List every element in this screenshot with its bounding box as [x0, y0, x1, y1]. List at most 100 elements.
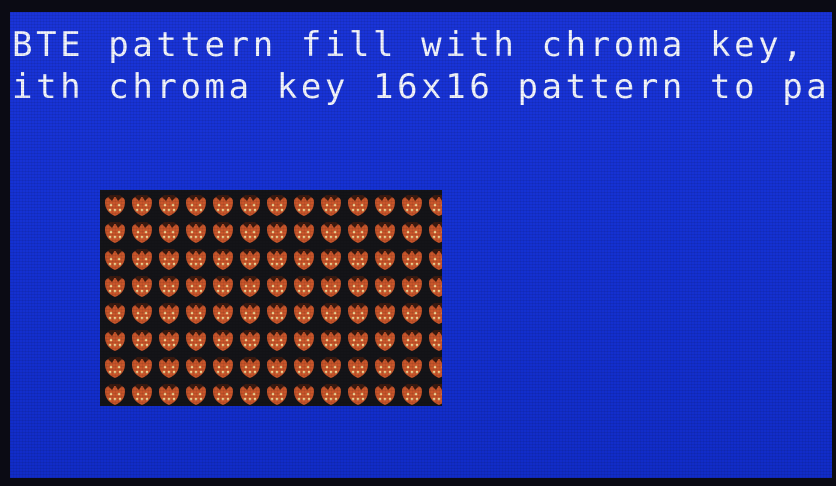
strawberry-icon: [132, 303, 152, 324]
strawberry-icon: [105, 303, 125, 324]
strawberry-icon: [159, 357, 179, 378]
strawberry-icon: [321, 303, 341, 324]
strawberry-icon: [348, 195, 368, 216]
strawberry-icon: [429, 303, 442, 324]
strawberry-icon: [186, 330, 206, 351]
strawberry-icon: [159, 330, 179, 351]
strawberry-icon: [240, 330, 260, 351]
strawberry-icon: [105, 384, 125, 405]
strawberry-icon: [429, 222, 442, 243]
strawberry-icon: [294, 303, 314, 324]
strawberry-icon: [213, 222, 233, 243]
strawberry-icon: [375, 249, 395, 270]
strawberry-icon: [186, 195, 206, 216]
strawberry-icon: [240, 195, 260, 216]
strawberry-icon: [348, 303, 368, 324]
strawberry-icon: [294, 330, 314, 351]
strawberry-icon: [267, 249, 287, 270]
strawberry-icon: [132, 249, 152, 270]
strawberry-icon: [213, 303, 233, 324]
strawberry-icon: [213, 357, 233, 378]
strawberry-icon: [186, 249, 206, 270]
strawberry-icon: [213, 330, 233, 351]
strawberry-icon: [375, 195, 395, 216]
strawberry-icon: [321, 357, 341, 378]
strawberry-icon: [294, 357, 314, 378]
strawberry-icon: [105, 195, 125, 216]
status-text-line-1: BTE pattern fill with chroma key, fill w: [12, 25, 832, 65]
strawberry-icon: [375, 384, 395, 405]
strawberry-icon: [267, 384, 287, 405]
strawberry-icon: [159, 222, 179, 243]
strawberry-icon: [186, 222, 206, 243]
pattern-grid: [105, 195, 442, 405]
strawberry-icon: [429, 195, 442, 216]
strawberry-icon: [402, 330, 422, 351]
strawberry-icon: [429, 249, 442, 270]
strawberry-icon: [294, 384, 314, 405]
strawberry-icon: [132, 195, 152, 216]
lcd-screen: BTE pattern fill with chroma key, fill w…: [10, 12, 832, 478]
strawberry-icon: [348, 330, 368, 351]
strawberry-icon: [348, 249, 368, 270]
strawberry-icon: [402, 303, 422, 324]
strawberry-icon: [402, 195, 422, 216]
strawberry-icon: [402, 384, 422, 405]
strawberry-icon: [294, 276, 314, 297]
strawberry-icon: [375, 303, 395, 324]
strawberry-icon: [105, 222, 125, 243]
strawberry-icon: [186, 357, 206, 378]
strawberry-icon: [132, 276, 152, 297]
strawberry-icon: [159, 303, 179, 324]
strawberry-icon: [213, 249, 233, 270]
strawberry-icon: [348, 357, 368, 378]
strawberry-icon: [429, 384, 442, 405]
display-bezel: BTE pattern fill with chroma key, fill w…: [0, 0, 836, 486]
strawberry-icon: [213, 276, 233, 297]
strawberry-icon: [429, 330, 442, 351]
strawberry-icon: [375, 330, 395, 351]
status-text-line-2: ith chroma key 16x16 pattern to page1: [12, 67, 832, 107]
strawberry-icon: [159, 276, 179, 297]
strawberry-icon: [267, 303, 287, 324]
strawberry-icon: [375, 276, 395, 297]
strawberry-icon: [348, 276, 368, 297]
strawberry-icon: [402, 276, 422, 297]
strawberry-icon: [240, 303, 260, 324]
strawberry-icon: [105, 330, 125, 351]
strawberry-icon: [159, 384, 179, 405]
strawberry-icon: [240, 384, 260, 405]
strawberry-icon: [267, 195, 287, 216]
strawberry-icon: [294, 249, 314, 270]
strawberry-icon: [132, 222, 152, 243]
strawberry-icon: [105, 276, 125, 297]
strawberry-icon: [375, 357, 395, 378]
strawberry-icon: [240, 357, 260, 378]
strawberry-icon: [240, 276, 260, 297]
strawberry-icon: [267, 357, 287, 378]
strawberry-icon: [186, 384, 206, 405]
strawberry-icon: [402, 222, 422, 243]
strawberry-icon: [348, 222, 368, 243]
strawberry-icon: [159, 195, 179, 216]
strawberry-icon: [105, 357, 125, 378]
strawberry-icon: [240, 222, 260, 243]
strawberry-icon: [321, 195, 341, 216]
strawberry-icon: [402, 357, 422, 378]
strawberry-icon: [321, 276, 341, 297]
strawberry-icon: [429, 276, 442, 297]
strawberry-icon: [159, 249, 179, 270]
strawberry-icon: [375, 222, 395, 243]
strawberry-icon: [213, 195, 233, 216]
strawberry-icon: [321, 222, 341, 243]
strawberry-icon: [213, 384, 233, 405]
strawberry-icon: [321, 330, 341, 351]
strawberry-icon: [186, 303, 206, 324]
strawberry-icon: [105, 249, 125, 270]
strawberry-icon: [348, 384, 368, 405]
strawberry-icon: [267, 276, 287, 297]
strawberry-icon: [321, 249, 341, 270]
strawberry-icon: [294, 195, 314, 216]
strawberry-icon: [267, 222, 287, 243]
strawberry-icon: [402, 249, 422, 270]
